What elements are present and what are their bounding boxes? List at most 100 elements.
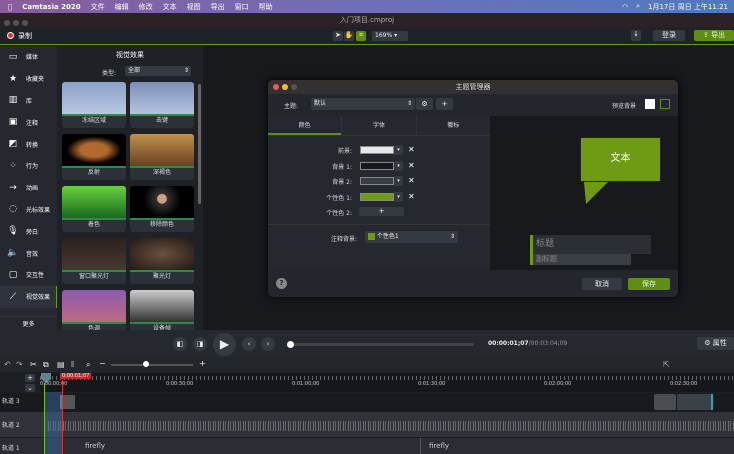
sidebar-item-3[interactable]: ▣ 注释 bbox=[0, 111, 57, 133]
playhead-label[interactable]: 0:00:01;07 bbox=[60, 373, 92, 379]
properties-button[interactable]: ⚙ 属性 bbox=[697, 337, 734, 350]
record-icon[interactable] bbox=[7, 32, 14, 39]
effect-thumbnail[interactable]: 移除颜色 bbox=[130, 186, 194, 232]
type-select[interactable]: 全部 ⇕ bbox=[125, 66, 191, 76]
sidebar-item-0[interactable]: ▭ 媒体 bbox=[0, 46, 57, 68]
apple-icon[interactable]:  bbox=[8, 3, 12, 11]
menu-edit[interactable]: 编辑 bbox=[115, 2, 129, 12]
menu-modify[interactable]: 修改 bbox=[139, 2, 153, 12]
effect-thumbnail[interactable]: 聚光灯 bbox=[130, 238, 194, 284]
more-button[interactable]: 更多 bbox=[0, 316, 57, 328]
tab-fonts[interactable]: 字体 bbox=[341, 116, 415, 135]
menu-window[interactable]: 窗口 bbox=[235, 2, 249, 12]
pointer-tool-icon[interactable]: ➤ bbox=[333, 31, 343, 41]
step-back-icon[interactable]: ◧ bbox=[173, 337, 187, 351]
clip-label[interactable]: firefly bbox=[429, 442, 449, 450]
wifi-icon[interactable]: ◠ bbox=[622, 3, 628, 11]
theme-select[interactable]: 默认 ⇕ bbox=[311, 98, 415, 110]
effect-thumbnail[interactable]: 深褐色 bbox=[130, 134, 194, 180]
zoom-select[interactable]: 169% ▾ bbox=[372, 31, 408, 41]
tab-logo[interactable]: 徽标 bbox=[415, 116, 490, 135]
app-menu[interactable]: Camtasia 2020 bbox=[22, 3, 80, 11]
menu-text[interactable]: 文本 bbox=[163, 2, 177, 12]
save-button[interactable]: 保存 bbox=[628, 278, 670, 290]
sidebar-item-2[interactable]: ▥ 库 bbox=[0, 90, 57, 112]
color-dropdown[interactable]: ▾ bbox=[394, 191, 403, 202]
help-icon[interactable]: ? bbox=[276, 278, 287, 289]
menu-file[interactable]: 文件 bbox=[91, 2, 105, 12]
login-button[interactable]: 登录 bbox=[653, 30, 685, 41]
cancel-button[interactable]: 取消 bbox=[582, 278, 622, 290]
redo-icon[interactable]: ↷ bbox=[16, 360, 23, 369]
color-dropdown[interactable]: ▾ bbox=[394, 176, 403, 186]
remove-color-icon[interactable]: ✕ bbox=[408, 192, 415, 201]
effect-thumbnail[interactable]: 反射 bbox=[62, 134, 126, 180]
search-icon[interactable]: ⌕ bbox=[636, 2, 640, 11]
add-track-button[interactable]: + bbox=[25, 374, 35, 382]
copy-icon[interactable]: ⧉ bbox=[43, 360, 49, 370]
annotation-bg-select[interactable]: 个性色1 ⇕ bbox=[365, 231, 458, 243]
sidebar-item-6[interactable]: → 动画 bbox=[0, 177, 57, 199]
play-icon[interactable]: ▶ bbox=[213, 333, 236, 356]
sidebar-item-9[interactable]: 🔈 音效 bbox=[0, 242, 57, 264]
effect-thumbnail[interactable]: 窗口聚光灯 bbox=[62, 238, 126, 284]
export-button[interactable]: ⇪ 导出 bbox=[694, 30, 734, 41]
remove-color-icon[interactable]: ✕ bbox=[408, 161, 415, 170]
clip[interactable] bbox=[654, 394, 676, 410]
clip[interactable] bbox=[677, 394, 713, 410]
dialog-controls[interactable] bbox=[273, 84, 300, 92]
tab-colors[interactable]: 颜色 bbox=[268, 116, 342, 135]
sidebar-item-8[interactable]: 🎙 旁白 bbox=[0, 220, 57, 242]
scrubber[interactable] bbox=[290, 343, 474, 346]
add-accent2-button[interactable]: + bbox=[359, 207, 404, 216]
color-swatch[interactable] bbox=[360, 177, 394, 185]
effect-thumbnail[interactable]: 击键 bbox=[130, 82, 194, 128]
add-theme-button[interactable]: + bbox=[436, 98, 453, 110]
color-swatch[interactable] bbox=[360, 192, 394, 201]
step-forward-icon[interactable]: ◨ bbox=[193, 337, 207, 351]
sidebar-item-10[interactable]: ▢ 交互性 bbox=[0, 264, 57, 286]
zoom-icon[interactable]: ⌕ bbox=[86, 360, 90, 370]
zoom-slider[interactable] bbox=[111, 364, 193, 366]
clip-label[interactable]: firefly bbox=[85, 442, 105, 450]
undo-icon[interactable]: ↶ bbox=[4, 360, 11, 369]
audio-waveform[interactable] bbox=[48, 421, 734, 431]
preview-bg-dark[interactable] bbox=[660, 99, 670, 109]
preview-bg-white[interactable] bbox=[645, 99, 655, 109]
record-button[interactable]: 录制 bbox=[18, 31, 32, 41]
color-dropdown[interactable]: ▾ bbox=[394, 160, 403, 171]
zoom-in-icon[interactable]: + bbox=[199, 359, 206, 368]
scrubber-handle[interactable] bbox=[287, 341, 294, 348]
zoom-slider-handle[interactable] bbox=[143, 361, 149, 367]
time-ruler[interactable] bbox=[40, 373, 734, 392]
menu-view[interactable]: 视图 bbox=[187, 2, 201, 12]
scrollbar[interactable] bbox=[198, 84, 201, 204]
effect-thumbnail[interactable]: 冻结区域 bbox=[62, 82, 126, 128]
sidebar-item-7[interactable]: ◌ 光标效果 bbox=[0, 199, 57, 221]
playhead[interactable] bbox=[62, 380, 63, 454]
sidebar-item-4[interactable]: ◩ 转换 bbox=[0, 133, 57, 155]
effect-thumbnail[interactable]: 着色 bbox=[62, 186, 126, 232]
paste-icon[interactable]: ▤ bbox=[57, 360, 65, 369]
remove-color-icon[interactable]: ✕ bbox=[408, 176, 415, 185]
zoom-out-icon[interactable]: − bbox=[99, 359, 106, 368]
hand-tool-icon[interactable]: ✋ bbox=[344, 31, 354, 41]
cut-icon[interactable]: ✂ bbox=[30, 360, 37, 369]
previous-icon[interactable]: ‹ bbox=[242, 337, 256, 351]
download-icon[interactable]: ↓ bbox=[631, 30, 641, 41]
detach-icon[interactable]: ⇱ bbox=[663, 360, 670, 369]
menu-export[interactable]: 导出 bbox=[211, 2, 225, 12]
sidebar-item-11[interactable]: ⟋ 视觉效果 bbox=[0, 285, 57, 308]
collapse-tracks-icon[interactable]: ⌄ bbox=[25, 384, 35, 392]
selection-range[interactable] bbox=[44, 392, 62, 454]
gear-icon[interactable]: ⚙ bbox=[416, 98, 433, 110]
sidebar-item-1[interactable]: ★ 收藏夹 bbox=[0, 68, 57, 90]
color-swatch[interactable] bbox=[360, 161, 394, 170]
split-icon[interactable]: ⫴ bbox=[71, 360, 74, 370]
menu-help[interactable]: 帮助 bbox=[259, 2, 273, 12]
clock[interactable]: 1月17日 周日 上午11:21 bbox=[648, 2, 728, 12]
color-dropdown[interactable]: ▾ bbox=[394, 145, 403, 155]
remove-color-icon[interactable]: ✕ bbox=[408, 145, 415, 154]
next-icon[interactable]: › bbox=[261, 337, 275, 351]
sidebar-item-5[interactable]: ⁘ 行为 bbox=[0, 155, 57, 177]
